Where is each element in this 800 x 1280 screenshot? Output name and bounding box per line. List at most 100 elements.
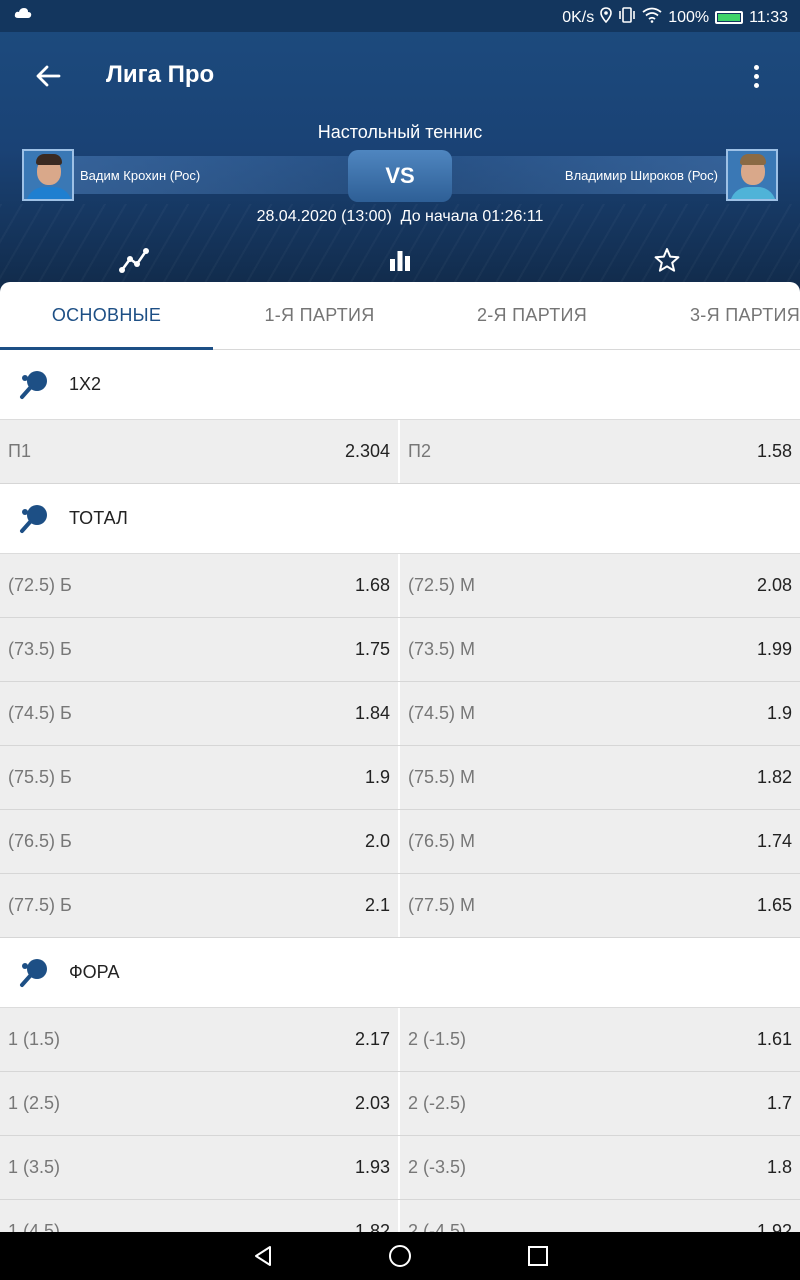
odds-cell-left[interactable]: (73.5) Б 1.75	[0, 618, 400, 681]
outcome-name: 2 (-1.5)	[408, 1029, 467, 1049]
odds-cell-left[interactable]: 1 (1.5) 2.17	[0, 1008, 400, 1071]
statistics-bar-button[interactable]	[382, 244, 418, 276]
nav-recents-button[interactable]	[523, 1242, 553, 1270]
odds-cell-left[interactable]: П1 2.304	[0, 420, 400, 483]
odds-cell-right[interactable]: (73.5) М 1.99	[400, 618, 800, 681]
market-title: ТОТАЛ	[69, 508, 128, 528]
outcome-name: (74.5) М	[408, 703, 476, 723]
odds-cell-right[interactable]: (74.5) М 1.9	[400, 682, 800, 745]
odds-row: П1 2.304 П2 1.58	[0, 420, 800, 484]
market-header[interactable]: ТОТАЛ	[0, 484, 800, 554]
outcome-name: П1	[8, 441, 31, 461]
outcome-name: (77.5) Б	[8, 895, 72, 915]
odds-cell-left[interactable]: (76.5) Б 2.0	[0, 810, 400, 873]
back-button[interactable]	[30, 58, 66, 94]
outcome-odds: 1.9	[364, 767, 390, 787]
outcome-odds: 2.17	[354, 1029, 390, 1049]
tab-game-3[interactable]: 3-Я ПАРТИЯ	[680, 282, 800, 349]
battery-icon	[715, 11, 744, 24]
market-title: 1X2	[69, 374, 102, 394]
outcome-odds: 1.58	[756, 441, 792, 461]
outcome-name: (72.5) Б	[8, 575, 72, 595]
odds-cell-left[interactable]: 1 (4.5) 1.82	[0, 1200, 400, 1232]
market-tabs: ОСНОВНЫЕ 1-Я ПАРТИЯ 2-Я ПАРТИЯ 3-Я ПАРТИ…	[0, 282, 800, 350]
outcome-name: (72.5) М	[408, 575, 476, 595]
odds-row: (77.5) Б 2.1 (77.5) М 1.65	[0, 874, 800, 938]
outcome-name: (77.5) М	[408, 895, 476, 915]
market-header[interactable]: ФОРА	[0, 938, 800, 1008]
odds-cell-right[interactable]: (72.5) М 2.08	[400, 554, 800, 617]
star-icon	[654, 248, 680, 272]
outcome-odds: 1.74	[756, 831, 792, 851]
match-header: Лига Про Настольный теннис Вадим Крохин …	[0, 32, 800, 294]
odds-row: (74.5) Б 1.84 (74.5) М 1.9	[0, 682, 800, 746]
odds-cell-left[interactable]: (74.5) Б 1.84	[0, 682, 400, 745]
arrow-left-icon	[36, 65, 61, 87]
outcome-name: (73.5) М	[408, 639, 476, 659]
location-icon	[600, 7, 613, 28]
odds-cell-right[interactable]: П2 1.58	[400, 420, 800, 483]
odds-cell-right[interactable]: (77.5) М 1.65	[400, 874, 800, 937]
odds-row: 1 (1.5) 2.17 2 (-1.5) 1.61	[0, 1008, 800, 1072]
odds-row: (72.5) Б 1.68 (72.5) М 2.08	[0, 554, 800, 618]
player1-bar[interactable]: Вадим Крохин (Рос)	[22, 156, 372, 194]
outcome-name: П2	[408, 441, 431, 461]
match-date: 28.04.2020 (13:00)	[256, 208, 392, 225]
table-tennis-paddle-icon	[18, 957, 50, 989]
outcome-odds: 1.7	[766, 1093, 792, 1113]
battery-level: 100%	[668, 8, 710, 26]
odds-cell-left[interactable]: (77.5) Б 2.1	[0, 874, 400, 937]
odds-cell-left[interactable]: 1 (2.5) 2.03	[0, 1072, 400, 1135]
outcome-odds: 2.1	[364, 895, 390, 915]
odds-cell-right[interactable]: (75.5) М 1.82	[400, 746, 800, 809]
odds-cell-right[interactable]: 2 (-3.5) 1.8	[400, 1136, 800, 1199]
tab-game-1[interactable]: 1-Я ПАРТИЯ	[213, 282, 426, 349]
outcome-name: 1 (1.5)	[8, 1029, 61, 1049]
outcome-name: (74.5) Б	[8, 703, 72, 723]
odds-cell-right[interactable]: (76.5) М 1.74	[400, 810, 800, 873]
odds-cell-right[interactable]: 2 (-2.5) 1.7	[400, 1072, 800, 1135]
nav-back-button[interactable]	[248, 1242, 278, 1270]
outcome-name: 2 (-3.5)	[408, 1157, 467, 1177]
odds-row: 1 (3.5) 1.93 2 (-3.5) 1.8	[0, 1136, 800, 1200]
table-tennis-paddle-icon	[18, 503, 50, 535]
favorite-button[interactable]	[649, 244, 685, 276]
statistics-trend-button[interactable]	[116, 244, 152, 276]
vibrate-icon	[618, 7, 636, 28]
odds-cell-right[interactable]: 2 (-1.5) 1.61	[400, 1008, 800, 1071]
outcome-odds: 1.75	[354, 639, 390, 659]
table-tennis-paddle-icon	[18, 369, 50, 401]
market-header[interactable]: 1X2	[0, 350, 800, 420]
nav-home-button[interactable]	[385, 1242, 415, 1270]
tab-game-2[interactable]: 2-Я ПАРТИЯ	[426, 282, 638, 349]
tab-main[interactable]: ОСНОВНЫЕ	[0, 282, 213, 350]
outcome-name: (75.5) М	[408, 767, 476, 787]
odds-cell-right[interactable]: 2 (-4.5) 1.92	[400, 1200, 800, 1232]
outcome-name: (73.5) Б	[8, 639, 72, 659]
outcome-odds: 1.65	[756, 895, 792, 915]
bar-chart-icon	[390, 251, 410, 271]
odds-row: (75.5) Б 1.9 (75.5) М 1.82	[0, 746, 800, 810]
outcome-odds: 2.03	[354, 1093, 390, 1113]
market-title: ФОРА	[69, 962, 120, 982]
outcome-name: 2 (-4.5)	[408, 1221, 467, 1232]
more-menu-button[interactable]	[742, 60, 770, 92]
odds-cell-left[interactable]: (72.5) Б 1.68	[0, 554, 400, 617]
outcome-name: (75.5) Б	[8, 767, 72, 787]
odds-cell-left[interactable]: 1 (3.5) 1.93	[0, 1136, 400, 1199]
circle-home-icon	[389, 1245, 411, 1267]
outcome-odds: 1.93	[354, 1157, 390, 1177]
outcome-odds: 1.61	[756, 1029, 792, 1049]
system-nav-bar	[0, 1232, 800, 1280]
countdown: До начала 01:26:11	[400, 208, 544, 225]
cloud-icon	[14, 6, 32, 24]
sport-name: Настольный теннис	[317, 122, 483, 142]
outcome-name: (76.5) М	[408, 831, 476, 851]
wifi-icon	[642, 7, 662, 28]
outcome-odds: 1.92	[756, 1221, 792, 1232]
odds-row: 1 (4.5) 1.82 2 (-4.5) 1.92	[0, 1200, 800, 1232]
outcome-name: 1 (3.5)	[8, 1157, 61, 1177]
match-datetime: 28.04.2020 (13:00) До начала 01:26:11	[0, 208, 800, 226]
odds-row: 1 (2.5) 2.03 2 (-2.5) 1.7	[0, 1072, 800, 1136]
odds-cell-left[interactable]: (75.5) Б 1.9	[0, 746, 400, 809]
